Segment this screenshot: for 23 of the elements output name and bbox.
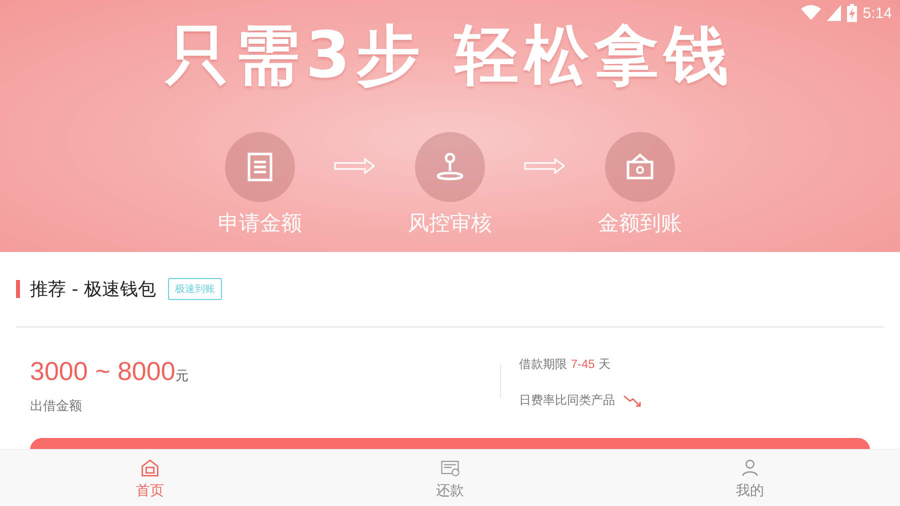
rate-label: 日费率比同类产品 xyxy=(519,392,615,409)
arrow-icon xyxy=(334,158,376,174)
product-tag: 极速到账 xyxy=(168,278,222,300)
step-label: 金额到账 xyxy=(598,210,682,236)
action-button[interactable] xyxy=(30,438,870,450)
accent-bar xyxy=(16,280,20,298)
tab[interactable]: 还款 xyxy=(300,450,600,506)
product-title: 推荐 - 极速钱包 xyxy=(30,278,156,301)
wifi-icon xyxy=(800,5,821,21)
signal-icon xyxy=(826,5,841,21)
tab[interactable]: 我的 xyxy=(600,450,900,506)
arrow-icon xyxy=(524,158,566,174)
amount-range: 3000 ~ 8000元 xyxy=(30,356,190,387)
battery-icon xyxy=(846,4,857,22)
downtrend-icon xyxy=(623,394,643,408)
banner-headline: 只需3步 轻松拿钱 xyxy=(166,20,734,92)
step-label: 风控审核 xyxy=(408,210,492,236)
amount-label: 出借金额 xyxy=(30,398,83,415)
tab[interactable]: 首页 xyxy=(0,450,300,506)
loan-term: 借款期限 7-45 天 xyxy=(519,356,612,373)
step-label: 申请金额 xyxy=(218,210,302,236)
home-icon xyxy=(139,456,161,478)
status-time: 5:14 xyxy=(862,4,892,22)
